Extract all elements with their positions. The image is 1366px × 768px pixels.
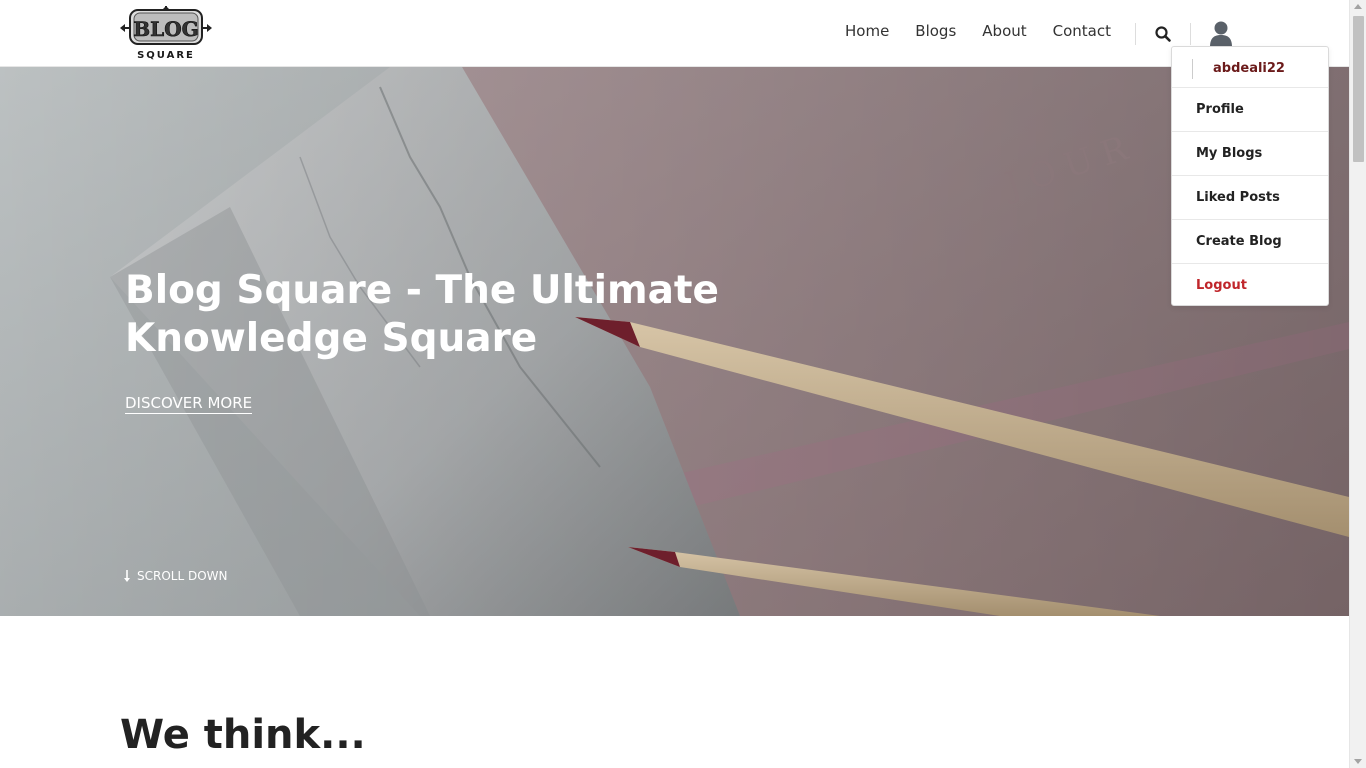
hero-banner: JOUR Blog Square - The Ultimate Knowledg…	[0, 67, 1349, 616]
nav-contact[interactable]: Contact	[1053, 22, 1111, 40]
menu-item-profile[interactable]: Profile	[1172, 87, 1328, 131]
nav-divider	[1190, 23, 1191, 45]
logo-main-text: BLOG	[133, 17, 198, 41]
logo-emblem-icon: BLOG	[120, 6, 212, 45]
site-logo[interactable]: BLOG SQUARE	[120, 6, 212, 61]
nav-about[interactable]: About	[982, 22, 1026, 40]
nav-divider	[1135, 23, 1136, 45]
section-title: We think...	[120, 712, 366, 758]
logo-sub-text: SQUARE	[137, 50, 195, 61]
discover-more-link[interactable]: DISCOVER MORE	[125, 394, 253, 414]
arrow-down-icon	[124, 570, 130, 582]
scroll-down-label: SCROLL DOWN	[137, 569, 228, 583]
search-icon[interactable]	[1154, 25, 1172, 43]
menu-item-liked-posts[interactable]: Liked Posts	[1172, 175, 1328, 219]
site-header: BLOG SQUARE Home Blogs About Contact	[0, 0, 1349, 67]
scroll-down-link[interactable]: SCROLL DOWN	[123, 569, 228, 583]
page-scrollbar[interactable]	[1349, 0, 1366, 768]
user-dropdown-menu: abdeali22 Profile My Blogs Liked Posts C…	[1171, 46, 1329, 306]
scrollbar-thumb[interactable]	[1353, 16, 1364, 162]
scroll-down-arrow-icon[interactable]	[1354, 759, 1362, 764]
username-label: abdeali22	[1192, 59, 1285, 79]
nav-blogs[interactable]: Blogs	[915, 22, 956, 40]
scroll-up-arrow-icon[interactable]	[1354, 4, 1362, 9]
main-nav: Home Blogs About Contact	[845, 22, 1111, 40]
menu-item-my-blogs[interactable]: My Blogs	[1172, 131, 1328, 175]
menu-item-create-blog[interactable]: Create Blog	[1172, 219, 1328, 263]
menu-item-logout[interactable]: Logout	[1172, 263, 1328, 307]
nav-home[interactable]: Home	[845, 22, 889, 40]
user-icon[interactable]	[1209, 20, 1233, 48]
hero-title: Blog Square - The Ultimate Knowledge Squ…	[125, 268, 719, 361]
